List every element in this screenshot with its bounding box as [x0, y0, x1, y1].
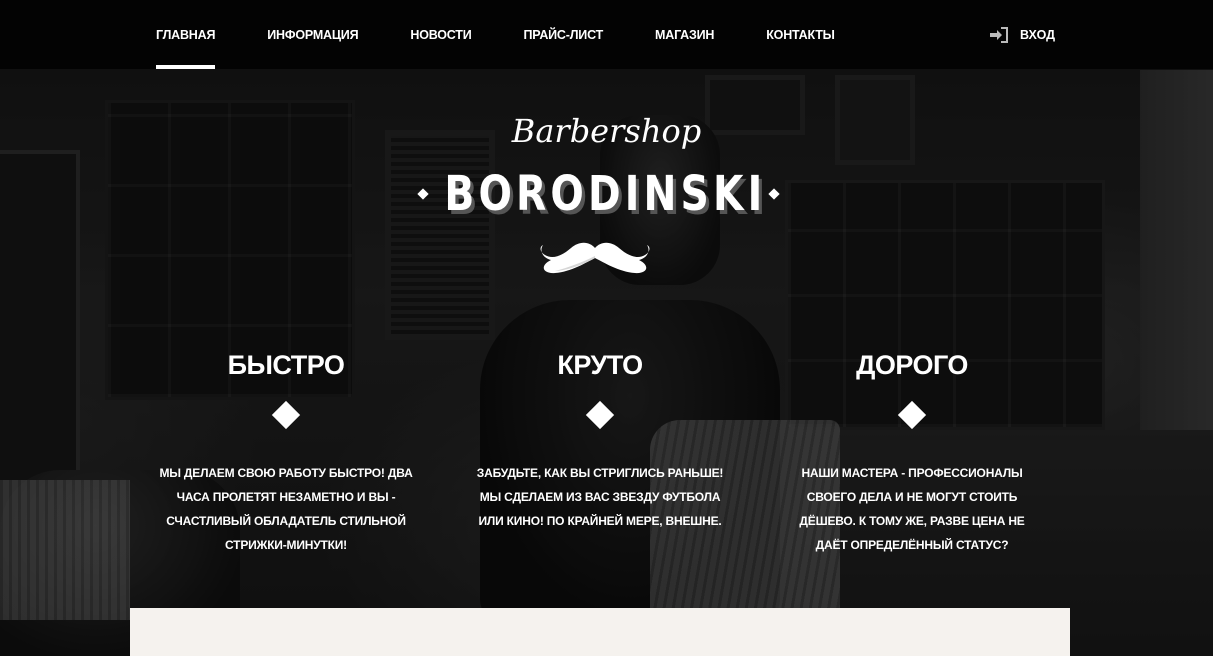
- nav-item-shop[interactable]: МАГАЗИН: [655, 0, 714, 69]
- logo-script-text: Barbershop: [511, 112, 702, 150]
- feature-title: КРУТО: [557, 350, 643, 380]
- feature-description: ЗАБУДЬТЕ, КАК ВЫ СТРИГЛИСЬ РАНЬШЕ! МЫ СД…: [476, 466, 724, 528]
- nav-item-info[interactable]: ИНФОРМАЦИЯ: [267, 0, 358, 69]
- nav-item-price-list[interactable]: ПРАЙС-ЛИСТ: [524, 0, 604, 69]
- hero-background-photo: [0, 0, 1213, 656]
- content-panel: [130, 608, 1070, 656]
- feature-expensive: ДОРОГО НАШИ МАСТЕРА - ПРОФЕССИОНАЛЫ СВОЕ…: [782, 344, 1042, 557]
- feature-description: МЫ ДЕЛАЕМ СВОЮ РАБОТУ БЫСТРО! ДВА ЧАСА П…: [159, 466, 413, 552]
- nav-menu: ГЛАВНАЯ ИНФОРМАЦИЯ НОВОСТИ ПРАЙС-ЛИСТ МА…: [156, 0, 887, 69]
- mustache-icon: [540, 242, 650, 274]
- logo-title: BORODINSKI: [444, 166, 767, 222]
- feature-description: НАШИ МАСТЕРА - ПРОФЕССИОНАЛЫ СВОЕГО ДЕЛА…: [799, 466, 1025, 552]
- main-navbar: ГЛАВНАЯ ИНФОРМАЦИЯ НОВОСТИ ПРАЙС-ЛИСТ МА…: [0, 0, 1213, 69]
- diamond-icon: [585, 400, 615, 430]
- feature-title: ДОРОГО: [856, 350, 968, 380]
- nav-item-home[interactable]: ГЛАВНАЯ: [156, 0, 216, 69]
- nav-item-news[interactable]: НОВОСТИ: [410, 0, 471, 69]
- feature-title: БЫСТРО: [227, 350, 345, 380]
- nav-item-contacts[interactable]: КОНТАКТЫ: [766, 0, 835, 69]
- feature-cool: КРУТО ЗАБУДЬТЕ, КАК ВЫ СТРИГЛИСЬ РАНЬШЕ!…: [470, 344, 730, 533]
- login-label: ВХОД: [1020, 27, 1056, 42]
- login-button[interactable]: ВХОД: [989, 0, 1055, 69]
- diamond-icon: [897, 400, 927, 430]
- background-overlay: [0, 0, 1213, 656]
- diamond-icon: [271, 400, 301, 430]
- feature-fast: БЫСТРО МЫ ДЕЛАЕМ СВОЮ РАБОТУ БЫСТРО! ДВА…: [156, 344, 416, 557]
- sign-in-icon: [990, 26, 1008, 43]
